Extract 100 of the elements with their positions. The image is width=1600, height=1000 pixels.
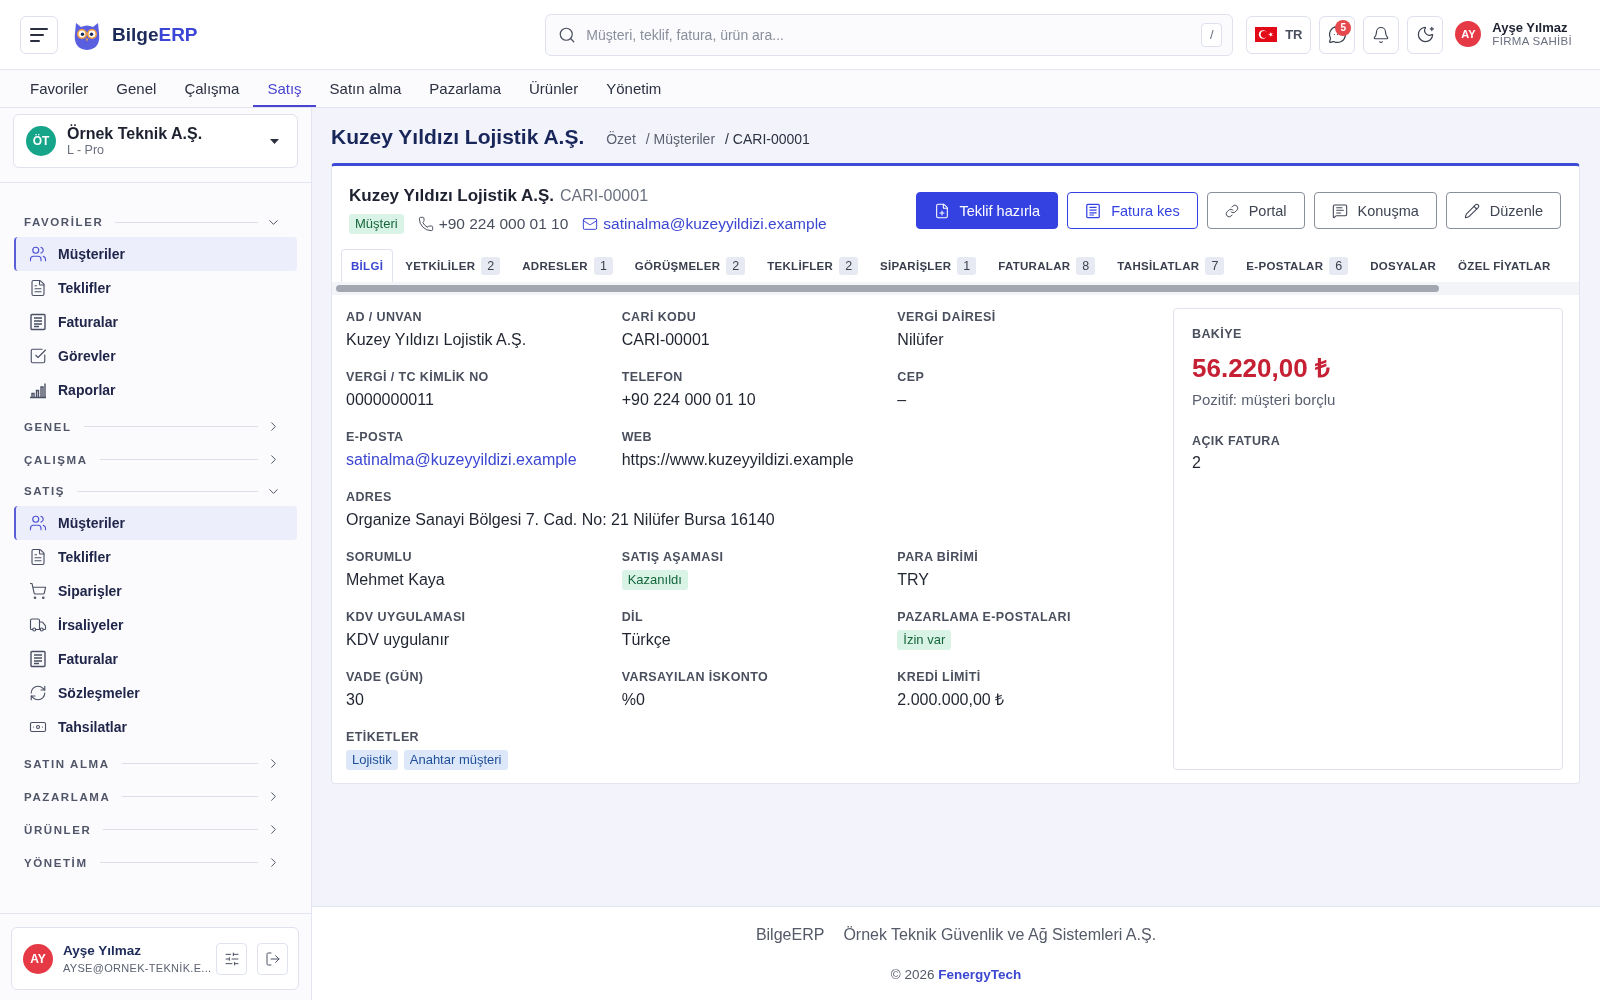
field-label: ADRES — [346, 490, 392, 505]
section-header[interactable]: ÜRÜNLER — [0, 813, 311, 846]
nav-tab[interactable]: Favoriler — [16, 70, 103, 107]
truck-icon — [29, 616, 47, 634]
nav-tab[interactable]: Genel — [102, 70, 171, 107]
user-avatar[interactable]: AY — [1455, 21, 1482, 48]
nav-tab[interactable]: Çalışma — [170, 70, 254, 107]
breadcrumb-item[interactable]: Özet — [606, 130, 636, 147]
tab-count: 1 — [957, 257, 977, 275]
detail-tab[interactable]: TAHSİLATLAR 7 — [1107, 249, 1235, 282]
detail-tab[interactable]: BİLGİ — [341, 249, 394, 282]
detail-tab[interactable]: E-POSTALAR 6 — [1236, 249, 1359, 282]
field-label: CEP — [897, 370, 925, 385]
horizontal-scrollbar[interactable] — [332, 282, 1579, 295]
field-value: 0000000011 — [346, 390, 434, 410]
caret-icon — [270, 138, 279, 144]
notifications-button[interactable] — [1363, 15, 1400, 54]
breadcrumb-item[interactable]: / Müşteriler — [645, 130, 716, 147]
detail-tab[interactable]: ÖZEL FİYATLAR — [1448, 249, 1561, 282]
sidebar-item[interactable]: İrsaliyeler — [14, 608, 297, 642]
section-header[interactable]: GENEL — [0, 410, 311, 443]
customer-name: Kuzey Yıldızı Lojistik A.Ş. — [349, 186, 554, 206]
settings-button[interactable] — [216, 942, 247, 975]
sidebar-item[interactable]: Görevler — [14, 339, 297, 373]
users-icon — [29, 245, 47, 263]
sidebar-item[interactable]: Raporlar — [14, 373, 297, 407]
invoice-icon — [29, 650, 47, 668]
cart-icon — [29, 582, 47, 600]
field-label: DİL — [621, 610, 643, 625]
section-header[interactable]: PAZARLAMA — [0, 780, 311, 813]
detail-tab[interactable]: ADRESLER 1 — [512, 249, 623, 282]
sidebar-item[interactable]: Müşteriler — [14, 506, 297, 540]
tab-count: 2 — [481, 257, 501, 275]
sidebar-item[interactable]: Müşteriler — [14, 237, 297, 271]
email-link[interactable]: satinalma@kuzeyyildizi.example — [346, 450, 577, 470]
sidebar-item[interactable]: Sözleşmeler — [14, 676, 297, 710]
sidebar-item[interactable]: Teklifler — [14, 540, 297, 574]
search-input[interactable]: Müşteri, teklif, fatura, ürün ara... — [586, 26, 1192, 43]
tag: Anahtar müşteri — [403, 750, 508, 770]
nav-tab[interactable]: Pazarlama — [415, 70, 515, 107]
field-value: 2.000.000,00 ₺ — [897, 690, 1005, 710]
field-value: Organize Sanayi Bölgesi 7. Cad. No: 21 Nilüfer Bursa 16140 — [346, 510, 775, 530]
detail-tab[interactable]: YETKİLİLER 2 — [395, 249, 511, 282]
section-header[interactable]: YÖNETİM — [0, 846, 311, 879]
page-title: Kuzey Yıldızı Lojistik A.Ş. — [331, 125, 585, 149]
pencil-icon — [1463, 202, 1480, 219]
search-icon — [558, 25, 577, 44]
sidebar-item[interactable]: Teklifler — [14, 271, 297, 305]
action-button[interactable]: Düzenle — [1445, 192, 1561, 229]
field-value: KDV uygulanır — [346, 630, 450, 650]
search-field[interactable]: Müşteri, teklif, fatura, ürün ara... / — [545, 13, 1234, 56]
field-value: https://www.kuzeyyildizi.example — [621, 450, 854, 470]
detail-tab[interactable]: DOSYALAR — [1360, 249, 1447, 282]
document-icon — [29, 548, 47, 566]
field-value: CARI-00001 — [621, 330, 710, 350]
sidebar-item[interactable]: Faturalar — [14, 642, 297, 676]
menu-button[interactable] — [20, 15, 58, 54]
email-link[interactable]: satinalma@kuzeyyildizi.example — [603, 215, 827, 233]
tab-count: 7 — [1205, 257, 1225, 275]
detail-tab[interactable]: GÖRÜŞMELER 2 — [624, 249, 756, 282]
bell-icon — [1372, 25, 1391, 44]
theme-button[interactable] — [1407, 15, 1444, 54]
checkbox-icon — [29, 347, 47, 365]
section-header[interactable]: FAVORİLER — [0, 207, 311, 237]
tab-count: 6 — [1329, 257, 1349, 275]
refresh-icon — [29, 684, 47, 702]
field-value: %0 — [621, 690, 645, 710]
nav-tab[interactable]: Ürünler — [515, 70, 593, 107]
user-role: FİRMA SAHİBİ — [1492, 35, 1572, 50]
field-label: AÇIK FATURA — [1192, 434, 1281, 449]
sliders-icon — [223, 950, 240, 967]
shortcut-key: / — [1201, 22, 1223, 47]
field-label: CARİ KODU — [621, 310, 697, 325]
menu-icon — [30, 27, 48, 42]
detail-tab[interactable]: FATURALAR 8 — [988, 249, 1106, 282]
field-value: Mehmet Kaya — [346, 570, 445, 590]
phone-number: +90 224 000 01 10 — [438, 215, 569, 233]
action-button[interactable]: Portal — [1206, 192, 1305, 229]
moon-stars-icon — [1415, 25, 1435, 44]
tab-count: 1 — [593, 257, 613, 275]
section-header[interactable]: SATIŞ — [0, 476, 311, 506]
customer-code: CARI-00001 — [560, 187, 649, 205]
messages-button[interactable]: 5 — [1319, 15, 1356, 54]
action-button[interactable]: Fatura kes — [1067, 192, 1198, 229]
sidebar-item[interactable]: Siparişler — [14, 574, 297, 608]
nav-tab[interactable]: Yönetim — [592, 70, 676, 107]
action-button[interactable]: Konuşma — [1313, 192, 1437, 229]
footer-link[interactable]: FenergyTech — [938, 967, 1022, 982]
mail-icon — [582, 216, 599, 232]
company-selector[interactable]: ÖT Örnek Teknik A.Ş. L - Pro — [13, 114, 298, 168]
field-label: PAZARLAMA E-POSTALARI — [897, 610, 1071, 625]
language-button[interactable]: TR — [1246, 15, 1312, 54]
sidebar-item[interactable]: Faturalar — [14, 305, 297, 339]
nav-tab[interactable]: Satın alma — [315, 70, 416, 107]
action-button[interactable]: Teklif hazırla — [915, 192, 1059, 229]
sidebar-item[interactable]: Tahsilatlar — [14, 710, 297, 744]
detail-tab[interactable]: SİPARİŞLER 1 — [870, 249, 987, 282]
section-header[interactable]: SATIN ALMA — [0, 747, 311, 780]
detail-tab[interactable]: TEKLİFLER 2 — [757, 249, 869, 282]
section-header[interactable]: ÇALIŞMA — [0, 443, 311, 476]
